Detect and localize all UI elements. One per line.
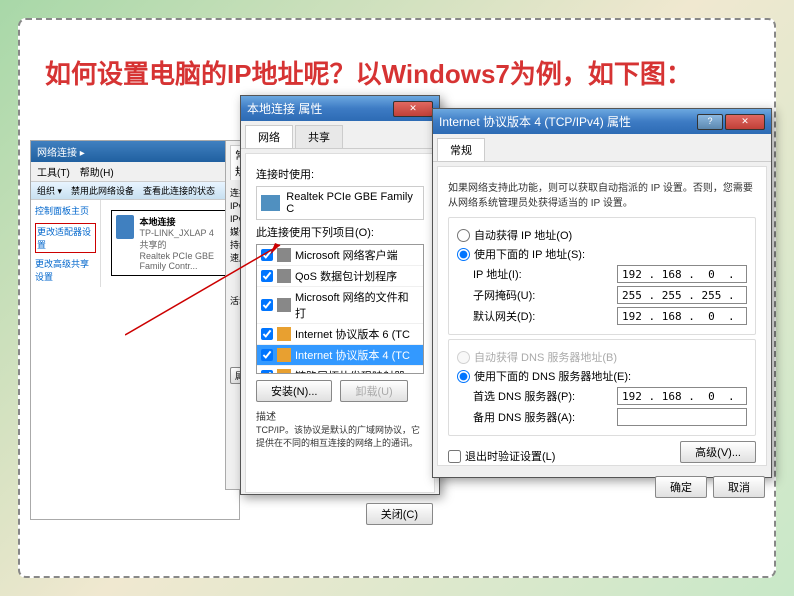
item-checkbox[interactable] xyxy=(261,270,273,282)
uninstall-button[interactable]: 卸载(U) xyxy=(340,380,407,402)
close-icon[interactable]: ✕ xyxy=(725,114,765,130)
item-checkbox[interactable] xyxy=(261,370,273,374)
list-item[interactable]: 链路层拓扑发现映射器 xyxy=(257,366,423,374)
dns2-input[interactable] xyxy=(617,408,747,426)
validate-checkbox[interactable] xyxy=(448,450,461,463)
label-items: 此连接使用下列项目(O): xyxy=(256,224,424,240)
protocol-icon xyxy=(277,269,291,283)
protocol-icon xyxy=(277,348,291,362)
list-item[interactable]: Internet 协议版本 6 (TC xyxy=(257,324,423,345)
description-text: TCP/IP。该协议是默认的广域网协议，它提供在不同的相互连接的网络上的通讯。 xyxy=(256,423,424,449)
radio-manual-ip[interactable] xyxy=(457,248,470,261)
gateway-label: 默认网关(D): xyxy=(473,308,535,324)
close-button[interactable]: 关闭(C) xyxy=(366,503,433,525)
menu-bar[interactable]: 工具(T) 帮助(H) xyxy=(31,162,239,182)
gateway-input[interactable] xyxy=(617,307,747,325)
connection-item[interactable]: 本地连接 TP-LINK_JXLAP 4 共享的 Realtek PCIe GB… xyxy=(111,210,229,276)
mask-input[interactable] xyxy=(617,286,747,304)
ok-button[interactable]: 确定 xyxy=(655,476,707,498)
list-item[interactable]: Microsoft 网络客户端 xyxy=(257,245,423,266)
adapter-name: Realtek PCIe GBE Family C xyxy=(286,191,419,215)
item-checkbox[interactable] xyxy=(261,349,273,361)
connection-name: 本地连接 xyxy=(140,215,224,228)
slide-title: 如何设置电脑的IP地址呢？以Windows7为例，如下图： xyxy=(45,55,692,94)
connection-network: TP-LINK_JXLAP 4 共享的 xyxy=(140,228,224,251)
properties-window: 本地连接 属性 ✕ 网络 共享 连接时使用: Realtek PCIe GBE … xyxy=(240,95,440,495)
adapter-box: Realtek PCIe GBE Family C xyxy=(256,186,424,220)
help-icon[interactable]: ? xyxy=(697,114,723,130)
sidebar-link-adapter[interactable]: 更改适配器设置 xyxy=(35,223,96,253)
item-checkbox[interactable] xyxy=(261,249,273,261)
protocol-icon xyxy=(277,369,291,374)
nic-icon xyxy=(261,195,280,211)
sidebar-link[interactable]: 控制面板主页 xyxy=(35,204,96,217)
ip-label: IP 地址(I): xyxy=(473,266,522,282)
protocol-icon xyxy=(277,248,291,262)
label-connect-using: 连接时使用: xyxy=(256,166,424,182)
radio-auto-dns xyxy=(457,351,470,364)
advanced-button[interactable]: 高级(V)... xyxy=(680,441,756,463)
window-title: 本地连接 属性 xyxy=(247,100,322,117)
tab-sharing[interactable]: 共享 xyxy=(295,125,343,148)
description-label: 描述 xyxy=(256,408,424,423)
cancel-button[interactable]: 取消 xyxy=(713,476,765,498)
protocol-list[interactable]: Microsoft 网络客户端QoS 数据包计划程序Microsoft 网络的文… xyxy=(256,244,424,374)
tab-general[interactable]: 常规 xyxy=(437,138,485,161)
close-icon[interactable]: ✕ xyxy=(393,101,433,117)
dns1-input[interactable] xyxy=(617,387,747,405)
dns2-label: 备用 DNS 服务器(A): xyxy=(473,409,575,425)
protocol-icon xyxy=(277,327,291,341)
hint-text: 如果网络支持此功能，则可以获取自动指派的 IP 设置。否则，您需要从网络系统管理… xyxy=(448,175,756,213)
breadcrumb[interactable]: 网络连接 ▸ xyxy=(31,141,239,162)
connection-adapter: Realtek PCIe GBE Family Contr... xyxy=(140,251,224,271)
sidebar-link-sharing[interactable]: 更改高级共享设置 xyxy=(35,257,96,283)
item-checkbox[interactable] xyxy=(261,299,273,311)
install-button[interactable]: 安装(N)... xyxy=(256,380,332,402)
radio-manual-dns[interactable] xyxy=(457,370,470,383)
protocol-icon xyxy=(277,298,291,312)
sidebar: 控制面板主页 更改适配器设置 更改高级共享设置 xyxy=(31,200,101,287)
ip-input[interactable] xyxy=(617,265,747,283)
radio-auto-ip[interactable] xyxy=(457,229,470,242)
command-bar[interactable]: 组织 ▾ 禁用此网络设备 查看此连接的状态 xyxy=(31,182,239,200)
list-item[interactable]: Internet 协议版本 4 (TC xyxy=(257,345,423,366)
mask-label: 子网掩码(U): xyxy=(473,287,535,303)
window-title: Internet 协议版本 4 (TCP/IPv4) 属性 xyxy=(439,113,631,130)
network-connections-window: 网络连接 ▸ 工具(T) 帮助(H) 组织 ▾ 禁用此网络设备 查看此连接的状态… xyxy=(30,140,240,520)
list-item[interactable]: Microsoft 网络的文件和打 xyxy=(257,287,423,324)
network-adapter-icon xyxy=(116,215,134,239)
dns1-label: 首选 DNS 服务器(P): xyxy=(473,388,575,404)
list-item[interactable]: QoS 数据包计划程序 xyxy=(257,266,423,287)
item-checkbox[interactable] xyxy=(261,328,273,340)
tab-network[interactable]: 网络 xyxy=(245,125,293,148)
ipv4-properties-window: Internet 协议版本 4 (TCP/IPv4) 属性 ? ✕ 常规 如果网… xyxy=(432,108,772,478)
